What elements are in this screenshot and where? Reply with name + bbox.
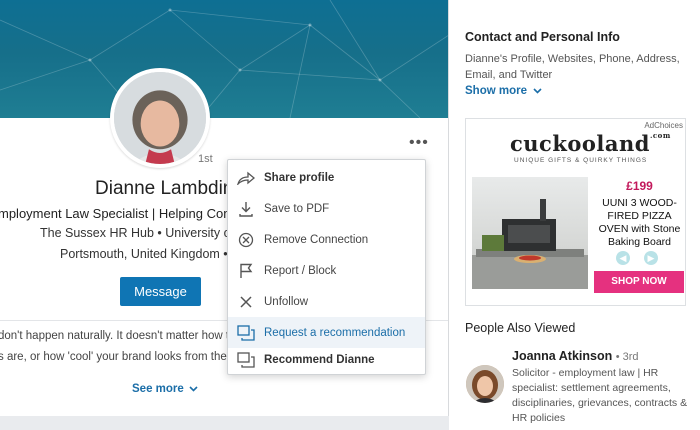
profile-headline: mployment Law Specialist | Helping Com <box>0 206 235 221</box>
profile-name: Dianne Lambdin <box>95 178 234 199</box>
summary-text-line: don't happen naturally. It doesn't matte… <box>0 330 248 342</box>
show-more-label: Show more <box>465 85 527 97</box>
see-more-link[interactable]: See more <box>132 383 198 395</box>
person-headline: Solicitor - employment law | HR speciali… <box>512 367 688 424</box>
recommendation-icon <box>228 351 264 368</box>
remove-circle-icon <box>228 232 264 248</box>
more-options-icon[interactable]: ••• <box>409 135 429 151</box>
profile-avatar[interactable] <box>110 68 210 168</box>
contact-info-title: Contact and Personal Info <box>465 30 620 44</box>
chevron-left-icon[interactable]: ◀ <box>616 251 630 265</box>
flag-icon <box>228 263 264 279</box>
advertisement[interactable]: AdChoices cuckooland.com UNIQUE GIFTS & … <box>465 118 686 306</box>
menu-item-share-profile[interactable]: Share profile <box>228 162 425 193</box>
chevron-right-icon[interactable]: ▶ <box>644 251 658 265</box>
recommendation-icon <box>228 324 264 341</box>
summary-text-line: s are, or how 'cool' your brand looks fr… <box>0 351 261 363</box>
page-background-strip <box>0 416 449 430</box>
share-icon <box>228 171 264 185</box>
shop-now-button[interactable]: SHOP NOW <box>594 271 684 293</box>
profile-location: Portsmouth, United Kingdom • 5 <box>60 247 239 261</box>
ad-tagline: UNIQUE GIFTS & QUIRKY THINGS <box>514 157 648 164</box>
cover-image <box>0 0 448 118</box>
ad-product-description: UUNI 3 WOOD-FIRED PIZZA OVEN with Stone … <box>598 197 681 248</box>
avatar[interactable] <box>466 365 504 403</box>
menu-item-remove-connection[interactable]: Remove Connection <box>228 224 425 255</box>
contact-info-description: Dianne's Profile, Websites, Phone, Addre… <box>465 53 680 81</box>
menu-item-report-block[interactable]: Report / Block <box>228 255 425 286</box>
connection-degree: • 3rd <box>615 351 639 363</box>
person-name[interactable]: Joanna Atkinson • 3rd <box>512 349 639 363</box>
show-more-link[interactable]: Show more <box>465 85 542 97</box>
ad-price: £199 <box>626 179 653 193</box>
people-also-viewed-title: People Also Viewed <box>465 321 576 335</box>
ad-carousel-controls: ◀ ▶ <box>616 251 658 265</box>
connection-degree: 1st <box>198 153 213 165</box>
menu-item-recommend-dianne[interactable]: Recommend Dianne <box>228 344 425 375</box>
see-more-label: See more <box>132 383 184 395</box>
ad-product-image <box>472 177 588 289</box>
ad-brand-logo: cuckooland.com <box>510 131 671 156</box>
download-icon <box>228 201 264 217</box>
menu-item-save-to-pdf[interactable]: Save to PDF <box>228 193 425 224</box>
adchoices-label[interactable]: AdChoices <box>644 121 683 130</box>
profile-company[interactable]: The Sussex HR Hub • University of Po <box>40 226 253 240</box>
menu-item-unfollow[interactable]: Unfollow <box>228 286 425 317</box>
message-button[interactable]: Message <box>120 277 201 306</box>
profile-actions-menu: Share profile Save to PDF Remove Connect… <box>227 159 426 375</box>
right-sidebar: Contact and Personal Info Dianne's Profi… <box>449 0 700 430</box>
chevron-down-icon <box>189 386 198 392</box>
close-icon <box>228 295 264 309</box>
chevron-down-icon <box>533 88 542 94</box>
